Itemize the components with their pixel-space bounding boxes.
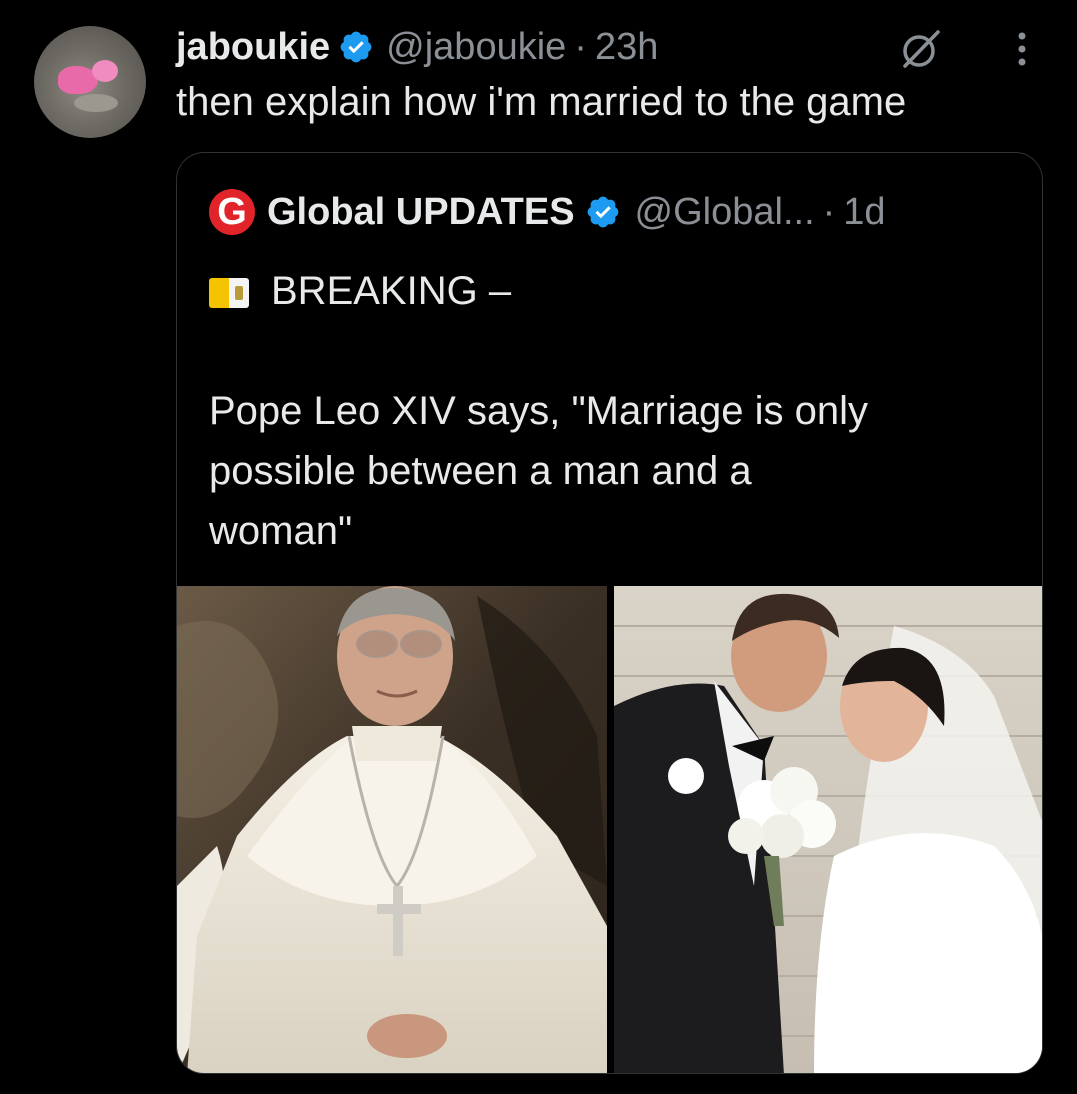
tweet-text: then explain how i'm married to the game (176, 80, 907, 124)
global-updates-logo-icon[interactable]: G (209, 189, 255, 235)
display-name[interactable]: jaboukie (176, 26, 330, 69)
quoted-tweet[interactable]: G Global UPDATES @Global... · 1d BREAKIN… (176, 152, 1043, 1074)
quoted-tweet-text: BREAKING – Pope Leo XIV says, "Marriage … (209, 261, 1009, 561)
wedding-couple-photo[interactable] (614, 586, 1042, 1073)
grok-icon[interactable] (898, 26, 944, 72)
vatican-flag-icon (209, 278, 249, 308)
quoted-handle[interactable]: @Global... (635, 191, 815, 234)
verified-badge-icon (585, 194, 621, 230)
pope-photo[interactable] (177, 586, 607, 1073)
separator: · (822, 190, 836, 233)
quoted-line-blank (209, 321, 1009, 381)
quoted-line: woman" (209, 509, 353, 553)
logo-letter: G (217, 191, 247, 233)
handle[interactable]: @jaboukie (386, 26, 566, 69)
quoted-tweet-header: G Global UPDATES @Global... · 1d (209, 187, 886, 237)
avatar[interactable] (34, 26, 146, 138)
quoted-line: BREAKING – (209, 261, 1009, 321)
media-grid (177, 586, 1042, 1073)
quoted-line: Pope Leo XIV says, "Marriage is only (209, 389, 868, 433)
more-options-icon[interactable] (1012, 28, 1032, 70)
tweet[interactable]: jaboukie @jaboukie · 23h then explain ho… (0, 0, 1077, 1094)
timestamp[interactable]: 23h (595, 26, 658, 69)
quoted-line: possible between a man and a (209, 449, 752, 493)
tweet-header: jaboukie @jaboukie · 23h (176, 22, 658, 72)
breaking-label: BREAKING – (271, 269, 512, 313)
separator: · (574, 25, 587, 68)
verified-badge-icon (338, 29, 374, 65)
quoted-timestamp[interactable]: 1d (843, 191, 885, 234)
quoted-display-name[interactable]: Global UPDATES (267, 191, 575, 234)
